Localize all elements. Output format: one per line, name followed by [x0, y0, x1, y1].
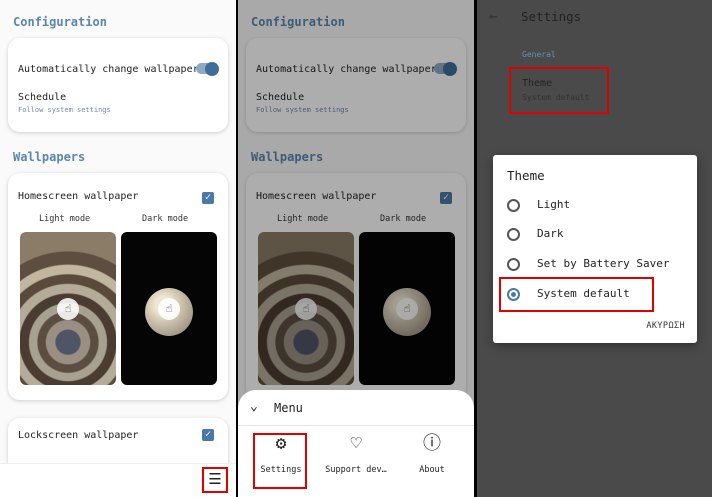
light-wallpaper-thumbnail[interactable]: ☝	[20, 232, 116, 385]
configuration-card: Automatically change wallpaper Schedule …	[8, 38, 228, 132]
main-screen: Configuration Automatically change wallp…	[0, 0, 236, 497]
menu-title: Menu	[274, 401, 303, 415]
bottom-bar: ☰	[0, 463, 236, 497]
schedule-label[interactable]: Schedule	[18, 92, 66, 103]
dialog-title: Theme	[507, 168, 545, 183]
radio-light[interactable]	[507, 199, 520, 212]
menu-screen: Configuration Automatically change wallp…	[238, 0, 474, 497]
configuration-title: Configuration	[13, 15, 107, 29]
touch-icon: ☝	[158, 298, 180, 320]
highlight-box	[253, 433, 307, 489]
divider	[238, 425, 474, 426]
back-arrow-icon[interactable]: ←	[489, 7, 498, 25]
radio-battery-saver[interactable]	[507, 258, 520, 271]
option-dark-label[interactable]: Dark	[537, 227, 564, 240]
chevron-down-icon[interactable]: ⌄	[250, 399, 258, 414]
lockscreen-label: Lockscreen wallpaper	[18, 430, 139, 441]
auto-change-label: Automatically change wallpaper	[18, 64, 199, 75]
settings-screen: ← Settings General Theme System default …	[477, 0, 712, 497]
highlight-box	[509, 67, 609, 114]
schedule-sub: Follow system settings	[18, 106, 111, 114]
theme-dialog: Theme Light Dark Set by Battery Saver Sy…	[493, 155, 697, 343]
general-section-label: General	[522, 50, 556, 59]
page-title: Settings	[521, 9, 582, 24]
dark-wallpaper-thumbnail[interactable]: ☝	[121, 232, 217, 385]
light-mode-label: Light mode	[39, 214, 91, 224]
homescreen-label: Homescreen wallpaper	[18, 191, 139, 202]
hamburger-menu-icon[interactable]: ☰	[202, 467, 228, 493]
lockscreen-checkbox[interactable]: ✓	[202, 429, 214, 441]
heart-hand-icon: ♡	[350, 433, 362, 454]
cancel-button[interactable]: ΑΚΥΡΩΣΗ	[646, 321, 685, 331]
homescreen-card: Homescreen wallpaper ✓ Light mode Dark m…	[8, 173, 228, 400]
touch-icon: ☝	[57, 298, 79, 320]
info-icon: ⓘ	[423, 433, 441, 454]
option-battery-saver-label[interactable]: Set by Battery Saver	[537, 257, 669, 270]
dark-mode-label: Dark mode	[142, 214, 189, 224]
radio-dark[interactable]	[507, 228, 520, 241]
menu-item-label: About	[419, 465, 445, 475]
auto-change-toggle[interactable]	[196, 61, 219, 76]
wallpapers-title: Wallpapers	[13, 150, 86, 164]
menu-item-support[interactable]: ♡ Support dev…	[321, 433, 391, 475]
homescreen-checkbox[interactable]: ✓	[202, 192, 214, 204]
menu-item-about[interactable]: ⓘ About	[397, 433, 467, 475]
option-light-label[interactable]: Light	[537, 198, 570, 211]
highlight-box	[499, 277, 654, 312]
menu-item-label: Support dev…	[325, 465, 387, 475]
